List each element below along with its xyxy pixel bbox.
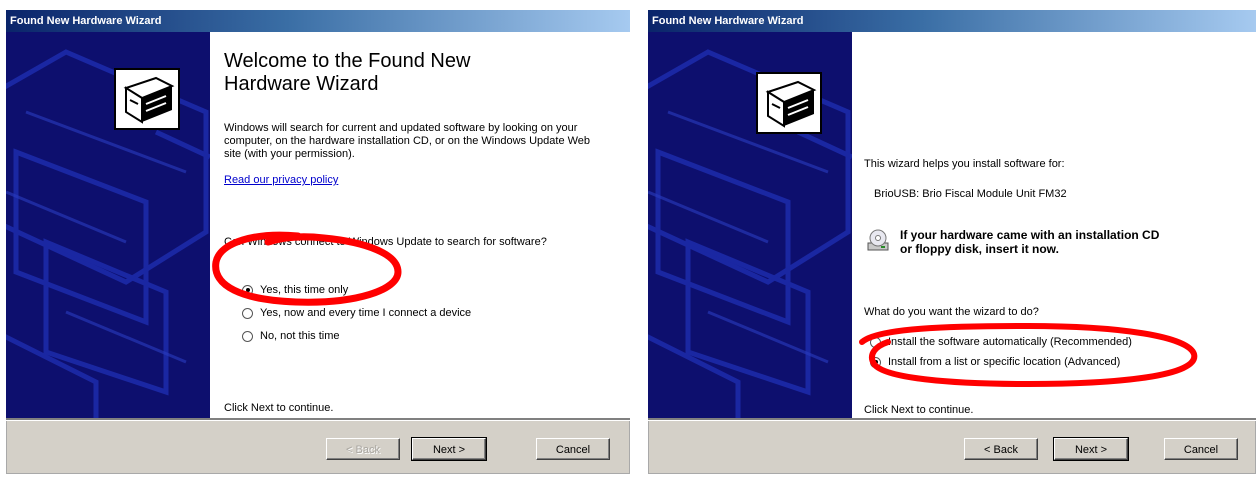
wizard-window-right: Found New Hardware Wizard This wizard he… xyxy=(648,10,1256,474)
cd-notice-line2: or floppy disk, insert it now. xyxy=(900,242,1059,256)
radio-label: Yes, this time only xyxy=(260,284,349,296)
radio-option-automatic[interactable]: Install the software automatically (Reco… xyxy=(870,334,1132,350)
footer-text: Click Next to continue. xyxy=(224,402,334,414)
intro-text: Windows will search for current and upda… xyxy=(224,122,591,160)
hardware-wizard-icon xyxy=(114,68,180,130)
radio-option-no[interactable]: No, not this time xyxy=(242,328,339,344)
question-text: Can Windows connect to Windows Update to… xyxy=(224,236,547,248)
radio-button[interactable] xyxy=(870,356,881,368)
wizard-window-left: Found New Hardware Wizard Welcome to the… xyxy=(6,10,630,474)
radio-option-advanced[interactable]: Install from a list or specific location… xyxy=(870,354,1120,370)
title-bar: Found New Hardware Wizard xyxy=(6,10,630,32)
title-bar: Found New Hardware Wizard xyxy=(648,10,1256,32)
radio-button[interactable] xyxy=(242,307,253,319)
radio-label: No, not this time xyxy=(260,330,340,342)
radio-button[interactable] xyxy=(870,336,881,348)
back-button[interactable]: < Back xyxy=(326,438,400,460)
cancel-button[interactable]: Cancel xyxy=(536,438,610,460)
device-name: BrioUSB: Brio Fiscal Module Unit FM32 xyxy=(874,188,1067,200)
privacy-link[interactable]: Read our privacy policy xyxy=(224,174,338,187)
back-button[interactable]: < Back xyxy=(964,438,1038,460)
radio-option-yes-once[interactable]: Yes, this time only xyxy=(242,282,348,298)
side-panel xyxy=(6,32,210,418)
intro-text: This wizard helps you install software f… xyxy=(864,158,1065,170)
wizard-content: This wizard helps you install software f… xyxy=(648,32,1256,418)
radio-label: Install from a list or specific location… xyxy=(888,356,1121,368)
radio-label: Install the software automatically (Reco… xyxy=(888,336,1132,348)
side-panel xyxy=(648,32,852,418)
cd-notice-line1: If your hardware came with an installati… xyxy=(900,228,1160,242)
radio-option-yes-always[interactable]: Yes, now and every time I connect a devi… xyxy=(242,305,471,321)
radio-button[interactable] xyxy=(242,330,253,342)
question-text: What do you want the wizard to do? xyxy=(864,306,1039,318)
next-button[interactable]: Next > xyxy=(411,437,487,461)
cd-drive-icon xyxy=(866,228,890,252)
cancel-button[interactable]: Cancel xyxy=(1164,438,1238,460)
hardware-wizard-icon xyxy=(756,72,822,134)
button-bar: < Back Next > Cancel xyxy=(648,421,1256,474)
page-title: Welcome to the Found New Hardware Wizard xyxy=(224,50,471,95)
next-button[interactable]: Next > xyxy=(1053,437,1129,461)
radio-label: Yes, now and every time I connect a devi… xyxy=(260,307,472,319)
radio-button[interactable] xyxy=(242,284,253,296)
wizard-content: Welcome to the Found New Hardware Wizard… xyxy=(6,32,630,418)
button-bar: < Back Next > Cancel xyxy=(6,421,630,474)
footer-text: Click Next to continue. xyxy=(864,404,974,416)
